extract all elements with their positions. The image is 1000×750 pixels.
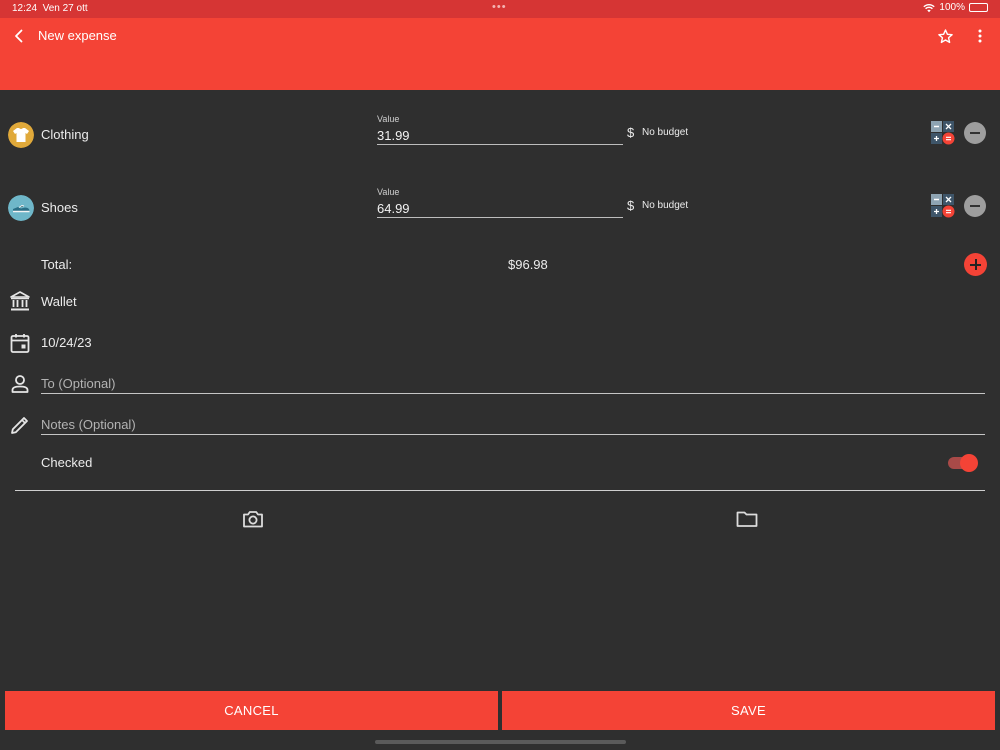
- calculator-icon[interactable]: [931, 194, 955, 218]
- more-options-icon[interactable]: [972, 28, 988, 44]
- page-title: New expense: [38, 28, 117, 43]
- notes-input[interactable]: [41, 415, 985, 435]
- total-value: $96.98: [508, 257, 548, 272]
- calendar-icon: [10, 334, 30, 353]
- category-row-shoes: Shoes Value $ No budget: [0, 183, 1000, 233]
- checked-label: Checked: [41, 455, 93, 470]
- home-indicator[interactable]: [375, 740, 626, 744]
- person-icon: [11, 375, 29, 393]
- value-label: Value: [377, 187, 400, 197]
- battery-icon: [969, 3, 988, 12]
- currency-symbol: $: [627, 125, 635, 140]
- remove-category-button[interactable]: [964, 122, 986, 144]
- budget-status: No budget: [642, 200, 689, 211]
- date-value[interactable]: 10/24/23: [41, 335, 92, 350]
- category-label: Shoes: [41, 200, 78, 215]
- app-bar: New expense: [0, 18, 1000, 90]
- status-right: 100%: [923, 2, 988, 13]
- calculator-icon[interactable]: [931, 121, 955, 145]
- remove-category-button[interactable]: [964, 195, 986, 217]
- toggle-knob: [960, 454, 978, 472]
- back-arrow-icon[interactable]: [11, 28, 27, 44]
- to-input[interactable]: [41, 374, 985, 394]
- total-label: Total:: [41, 257, 73, 272]
- value-input-shoes[interactable]: [377, 199, 623, 218]
- value-input-clothing[interactable]: [377, 126, 623, 145]
- pencil-icon: [11, 417, 28, 434]
- budget-status: No budget: [642, 127, 689, 138]
- cancel-button[interactable]: CANCEL: [5, 691, 498, 730]
- wifi-icon: [923, 3, 936, 12]
- battery-percent: 100%: [939, 2, 965, 13]
- shoe-icon[interactable]: [8, 195, 34, 221]
- tshirt-icon[interactable]: [8, 122, 34, 148]
- bank-icon: [10, 291, 30, 311]
- camera-icon[interactable]: [241, 507, 265, 531]
- account-name[interactable]: Wallet: [41, 294, 77, 309]
- currency-symbol: $: [627, 198, 635, 213]
- save-button[interactable]: SAVE: [502, 691, 995, 730]
- checked-toggle[interactable]: [948, 454, 978, 472]
- category-label: Clothing: [41, 127, 89, 142]
- value-label: Value: [377, 114, 400, 124]
- star-icon[interactable]: [937, 28, 954, 45]
- status-bar: 12:24 Ven 27 ott ••• 100%: [0, 0, 1000, 18]
- status-time: 12:24 Ven 27 ott: [12, 3, 88, 14]
- category-row-clothing: Clothing Value $ No budget: [0, 110, 1000, 160]
- multitasking-dots[interactable]: •••: [492, 1, 507, 13]
- add-category-button[interactable]: [964, 253, 987, 276]
- divider: [15, 490, 985, 491]
- folder-icon[interactable]: [735, 507, 759, 531]
